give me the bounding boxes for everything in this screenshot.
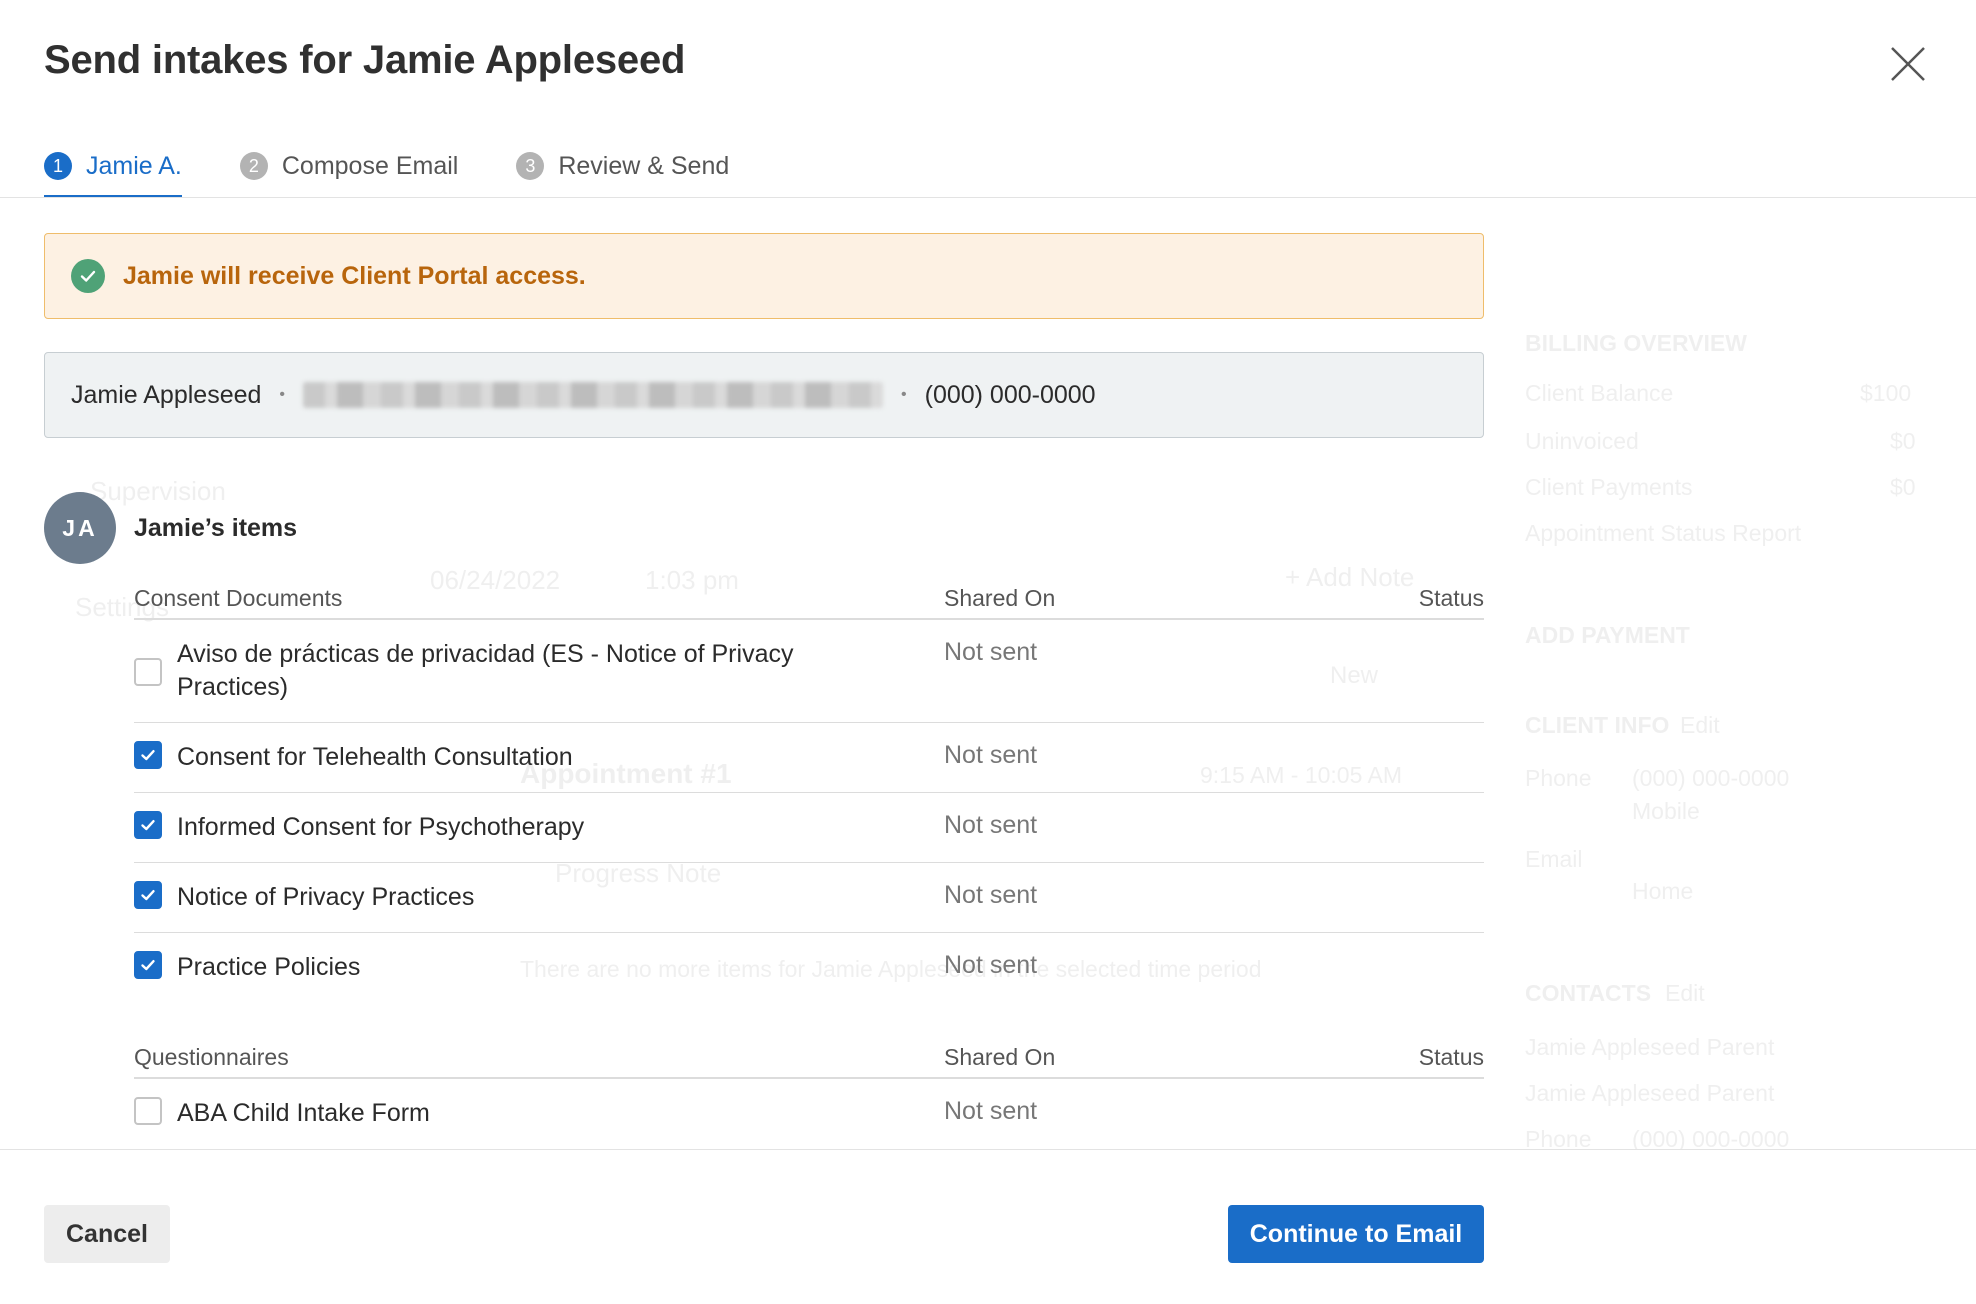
document-name: Informed Consent for Psychotherapy: [177, 813, 585, 841]
row-name-cell: Aviso de prácticas de privacidad (ES - N…: [134, 638, 944, 704]
stepper-divider: [0, 197, 1976, 198]
consent-documents-table: Consent Documents Shared On Status Aviso…: [134, 584, 1484, 1003]
checkmark-icon: [141, 750, 155, 761]
close-icon: [1891, 47, 1925, 81]
table-row: Aviso de prácticas de privacidad (ES - N…: [134, 620, 1484, 723]
continue-to-email-button[interactable]: Continue to Email: [1228, 1205, 1484, 1263]
cancel-button[interactable]: Cancel: [44, 1205, 170, 1263]
step-review-send[interactable]: 3 Review & Send: [516, 146, 729, 198]
document-name: Consent for Telehealth Consultation: [177, 743, 573, 771]
separator: •: [279, 386, 286, 403]
document-name: Practice Policies: [177, 953, 361, 981]
alert-message: Jamie will receive Client Portal access.: [123, 261, 586, 290]
row-checkbox[interactable]: [134, 951, 162, 979]
client-phone: (000) 000-0000: [924, 380, 1096, 409]
send-intakes-modal: Send intakes for Jamie Appleseed 1 Jamie…: [0, 0, 1976, 1304]
shared-on-value: Not sent: [944, 741, 1038, 769]
questionnaires-table: Questionnaires Shared On Status ABA Chil…: [134, 1043, 1484, 1149]
checkmark-icon: [141, 820, 155, 831]
column-header-status: Status: [1418, 585, 1484, 611]
row-name-cell: Practice Policies: [134, 951, 944, 984]
client-contact-bar: Jamie Appleseed • • (000) 000-0000: [44, 352, 1484, 438]
table-header: Consent Documents Shared On Status: [134, 584, 1484, 620]
table-row: Informed Consent for Psychotherapy Not s…: [134, 793, 1484, 863]
row-name-cell: Consent for Telehealth Consultation: [134, 741, 944, 774]
shared-on-value: Not sent: [944, 638, 1038, 666]
shared-on-value: Not sent: [944, 881, 1038, 909]
client-items-header: JA Jamie’s items: [44, 492, 297, 564]
column-header-questionnaires: Questionnaires: [134, 1044, 289, 1070]
column-header-consent-documents: Consent Documents: [134, 585, 343, 611]
table-row: ABA Child Intake Form Not sent: [134, 1079, 1484, 1149]
modal-footer: Cancel Continue to Email: [0, 1150, 1976, 1304]
table-row: Practice Policies Not sent: [134, 933, 1484, 1003]
table-row: Consent for Telehealth Consultation Not …: [134, 723, 1484, 793]
row-checkbox[interactable]: [134, 1097, 162, 1125]
shared-on-value: Not sent: [944, 811, 1038, 839]
stepper: 1 Jamie A. 2 Compose Email 3 Review & Se…: [44, 146, 729, 198]
checkmark-icon: [141, 890, 155, 901]
separator: •: [901, 386, 907, 403]
shared-on-value: Not sent: [944, 1097, 1038, 1125]
document-name: Aviso de prácticas de privacidad (ES - N…: [177, 640, 794, 701]
step-number: 3: [516, 152, 545, 180]
row-name-cell: Informed Consent for Psychotherapy: [134, 811, 944, 844]
questionnaire-name: ABA Child Intake Form: [177, 1099, 430, 1127]
portal-access-alert: Jamie will receive Client Portal access.: [44, 233, 1484, 319]
row-checkbox[interactable]: [134, 811, 162, 839]
avatar: JA: [44, 492, 116, 564]
step-client[interactable]: 1 Jamie A.: [44, 146, 182, 198]
step-number: 1: [44, 152, 72, 180]
client-name: Jamie Appleseed: [71, 380, 262, 409]
column-header-status: Status: [1418, 1044, 1484, 1070]
row-checkbox[interactable]: [134, 741, 162, 769]
row-checkbox[interactable]: [134, 658, 162, 686]
step-compose-email[interactable]: 2 Compose Email: [239, 146, 459, 198]
redacted-email: [303, 382, 884, 408]
modal-header: Send intakes for Jamie Appleseed: [44, 38, 1932, 98]
table-header: Questionnaires Shared On Status: [134, 1043, 1484, 1079]
column-header-shared-on: Shared On: [944, 1044, 1056, 1070]
table-row: Notice of Privacy Practices Not sent: [134, 863, 1484, 933]
row-name-cell: ABA Child Intake Form: [134, 1097, 944, 1130]
step-label: Review & Send: [558, 152, 730, 180]
modal-title: Send intakes for Jamie Appleseed: [44, 38, 686, 82]
step-label: Jamie A.: [86, 152, 182, 180]
step-number: 2: [239, 152, 268, 180]
row-name-cell: Notice of Privacy Practices: [134, 881, 944, 914]
row-checkbox[interactable]: [134, 881, 162, 909]
close-button[interactable]: [1884, 40, 1932, 88]
step-label: Compose Email: [281, 152, 459, 180]
document-name: Notice of Privacy Practices: [177, 883, 475, 911]
client-items-title: Jamie’s items: [134, 513, 298, 542]
check-circle-icon: [71, 259, 105, 293]
checkmark-icon: [141, 960, 155, 971]
column-header-shared-on: Shared On: [944, 585, 1056, 611]
shared-on-value: Not sent: [944, 951, 1038, 979]
